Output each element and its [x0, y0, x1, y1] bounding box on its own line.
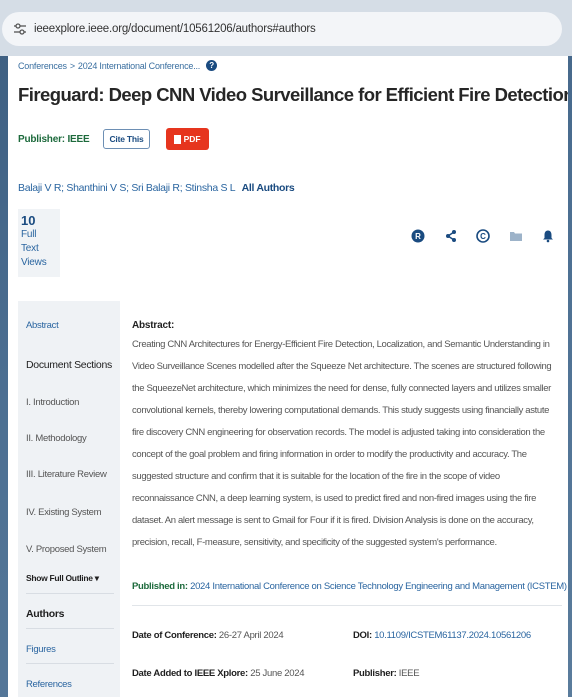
breadcrumb-separator: >	[69, 60, 75, 71]
sidebar-divider	[26, 628, 114, 629]
site-settings-icon[interactable]	[12, 21, 28, 37]
sidebar-divider	[26, 593, 114, 594]
breadcrumb-conference[interactable]: 2024 International Conference...	[78, 61, 200, 71]
abstract-body: Creating CNN Architectures for Energy-Ef…	[132, 339, 552, 548]
author-link[interactable]: Shanthini V S	[66, 182, 126, 194]
date-added-label: Date Added to IEEE Xplore:	[132, 668, 248, 679]
published-in-link[interactable]: 2024 International Conference on Science…	[190, 581, 567, 592]
sidebar-sections-heading: Document Sections	[26, 359, 112, 371]
publisher-detail-value: IEEE	[398, 668, 420, 679]
sidebar-item-authors[interactable]: Authors	[26, 608, 64, 620]
publisher: Publisher: IEEE	[353, 668, 420, 679]
svg-text:R: R	[415, 232, 421, 241]
pdf-label: PDF	[183, 134, 201, 144]
date-added-value: 25 June 2024	[250, 668, 305, 679]
date-of-conference: Date of Conference: 26-27 April 2024	[132, 630, 284, 641]
author-link[interactable]: Stinsha S L	[185, 182, 235, 194]
bell-icon[interactable]	[538, 226, 558, 246]
publisher-row: Publisher: IEEE Cite This PDF	[18, 128, 209, 150]
share-icon[interactable]	[441, 226, 461, 246]
date-added: Date Added to IEEE Xplore: 25 June 2024	[132, 668, 305, 679]
views-label-1: Full	[21, 229, 37, 240]
all-authors-link[interactable]: All Authors	[242, 182, 295, 194]
published-in-label: Published in:	[132, 581, 188, 592]
sidebar-item-literature-review[interactable]: III. Literature Review	[26, 469, 107, 480]
folder-icon[interactable]	[506, 226, 526, 246]
abstract-section: Abstract: Creating CNN Architectures for…	[132, 320, 562, 554]
document-toolbar: R C	[408, 224, 558, 248]
date-of-conference-value: 26-27 April 2024	[218, 630, 284, 641]
breadcrumb-conferences[interactable]: Conferences	[18, 61, 67, 71]
document-page: Conferences > 2024 International Confere…	[8, 56, 568, 697]
author-link[interactable]: Sri Balaji R	[131, 182, 180, 194]
sidebar-item-methodology[interactable]: II. Methodology	[26, 433, 87, 444]
copyright-icon[interactable]: C	[473, 226, 493, 246]
pdf-button[interactable]: PDF	[165, 128, 209, 150]
help-icon[interactable]: ?	[206, 60, 218, 71]
orcid-icon[interactable]: R	[408, 226, 428, 246]
document-sidebar: Abstract Document Sections I. Introducti…	[18, 301, 120, 697]
publisher-label: Publisher: IEEE	[18, 133, 90, 145]
abstract-heading: Abstract:	[132, 320, 175, 331]
doi: DOI: 10.1109/ICSTEM61137.2024.10561206	[353, 630, 531, 641]
full-text-views: 10 Full Text Views	[18, 209, 60, 277]
date-of-conference-label: Date of Conference:	[132, 630, 217, 641]
svg-text:C: C	[480, 232, 486, 241]
sidebar-divider	[26, 663, 114, 664]
cite-this-button[interactable]: Cite This	[103, 129, 150, 149]
breadcrumb: Conferences > 2024 International Confere…	[18, 60, 218, 71]
page-title: Fireguard: Deep CNN Video Surveillance f…	[18, 84, 568, 105]
divider	[132, 605, 562, 606]
show-full-outline-button[interactable]: Show Full Outline ▾	[26, 573, 99, 584]
sidebar-item-abstract[interactable]: Abstract	[26, 320, 59, 331]
authors-list: Balaji V R; Shanthini V S; Sri Balaji R;…	[18, 182, 295, 194]
views-count: 10	[21, 213, 36, 228]
sidebar-item-proposed-system[interactable]: V. Proposed System	[26, 544, 107, 555]
sidebar-item-existing-system[interactable]: IV. Existing System	[26, 507, 102, 518]
browser-address-bar: ieeexplore.ieee.org/document/10561206/au…	[0, 0, 572, 56]
sidebar-item-introduction[interactable]: I. Introduction	[26, 397, 79, 408]
author-link[interactable]: Balaji V R	[18, 182, 61, 194]
views-label-2: Text Views	[21, 243, 47, 268]
publisher-detail-label: Publisher:	[353, 668, 397, 679]
url-text: ieeexplore.ieee.org/document/10561206/au…	[34, 23, 316, 35]
published-in: Published in: 2024 International Confere…	[132, 581, 567, 592]
url-field[interactable]: ieeexplore.ieee.org/document/10561206/au…	[2, 12, 562, 46]
sidebar-item-figures[interactable]: Figures	[26, 644, 56, 655]
doi-link[interactable]: 10.1109/ICSTEM61137.2024.10561206	[374, 630, 531, 641]
sidebar-item-references[interactable]: References	[26, 679, 72, 690]
pdf-icon	[173, 134, 181, 144]
doi-label: DOI:	[353, 630, 372, 641]
